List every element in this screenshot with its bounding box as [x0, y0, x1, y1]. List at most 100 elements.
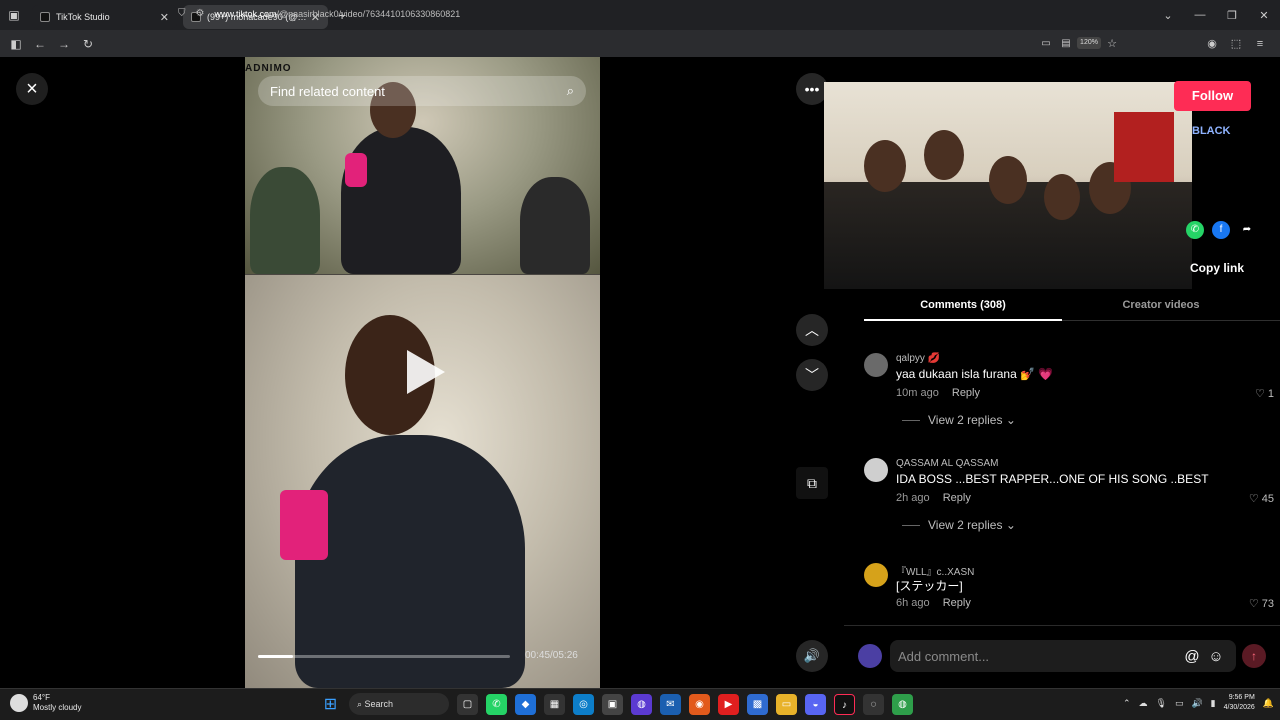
next-video-button[interactable]: ﹀: [796, 359, 828, 391]
close-window-icon[interactable]: ✕: [1248, 9, 1280, 22]
comment-time: 2h ago: [896, 492, 930, 504]
notifications-icon[interactable]: 🔔: [1263, 698, 1274, 709]
tab-list-icon[interactable]: ⌄: [1152, 9, 1184, 22]
extensions-icon[interactable]: ⬚: [1224, 37, 1248, 50]
minimize-icon[interactable]: —: [1184, 9, 1216, 21]
search-icon: ⌕: [357, 698, 365, 709]
tiktok-app-icon[interactable]: ♪: [834, 693, 855, 715]
menu-icon[interactable]: ≡: [1248, 38, 1272, 50]
follow-button[interactable]: Follow: [1174, 81, 1251, 111]
picture-in-picture-icon[interactable]: ⧉: [796, 467, 828, 499]
volume-icon[interactable]: 🔊: [796, 640, 828, 672]
clock[interactable]: 9:56 PM 4/30/2026: [1224, 693, 1255, 713]
search-icon[interactable]: ⌕: [567, 83, 574, 99]
window-controls: ⌄ — ❐ ✕: [1152, 0, 1280, 30]
reply-button[interactable]: Reply: [943, 597, 971, 609]
chrome-icon[interactable]: ◍: [892, 693, 913, 715]
whatsapp-app-icon[interactable]: ✆: [486, 693, 507, 715]
close-tab-icon[interactable]: ✕: [160, 11, 169, 24]
author-name-fragment[interactable]: BLACK: [1192, 125, 1231, 137]
pip-flag-poster: [1114, 112, 1174, 182]
battery-icon[interactable]: ▮: [1211, 698, 1216, 709]
comment-meta: 6h ago Reply: [896, 597, 971, 609]
comment-username[interactable]: 『WLL』c..XASN: [896, 563, 974, 578]
app-icon[interactable]: ◆: [515, 693, 536, 715]
reply-button[interactable]: Reply: [943, 492, 971, 504]
like-button[interactable]: ♡ 45: [1249, 492, 1274, 505]
youtube-icon[interactable]: ▶: [718, 693, 739, 715]
view-replies-label: View 2 replies: [928, 413, 1003, 427]
related-search-bar[interactable]: Find related content ⌕: [258, 76, 586, 106]
related-search-placeholder: Find related content: [270, 83, 385, 99]
tab-tiktok-studio[interactable]: TikTok Studio ✕: [32, 5, 177, 29]
reload-icon[interactable]: ↻: [76, 37, 100, 51]
pip-icon[interactable]: ▭: [1036, 38, 1056, 49]
comment-placeholder: Add comment...: [898, 648, 990, 664]
weather-widget[interactable]: 64°F Mostly cloudy: [10, 693, 81, 713]
windows-start-icon[interactable]: ⊞: [320, 694, 341, 715]
tab-title: TikTok Studio: [56, 12, 110, 22]
forward-icon[interactable]: →: [52, 37, 76, 51]
previous-video-button[interactable]: ︿: [796, 314, 828, 346]
avatar[interactable]: [864, 563, 888, 587]
app-icon[interactable]: ◌: [863, 693, 884, 715]
avatar[interactable]: [858, 644, 882, 668]
share-arrow-icon[interactable]: ➦: [1238, 221, 1256, 239]
tray-overflow-icon[interactable]: ⌃: [1123, 698, 1131, 709]
account-icon[interactable]: ◉: [1200, 37, 1224, 50]
app-icon[interactable]: ▦: [544, 693, 565, 715]
app-icon[interactable]: ▩: [747, 693, 768, 715]
emoji-icon[interactable]: ☺: [1204, 648, 1228, 665]
comment-username[interactable]: qalpyy 💋: [896, 353, 940, 364]
tab-creator-videos[interactable]: Creator videos: [1062, 293, 1260, 321]
view-replies-button[interactable]: View 2 replies ⌄: [902, 518, 1016, 532]
view-replies-button[interactable]: View 2 replies ⌄: [902, 413, 1016, 427]
post-comment-button[interactable]: ↑: [1242, 644, 1266, 668]
play-icon[interactable]: [407, 350, 445, 394]
comment-input[interactable]: Add comment... @ ☺: [890, 640, 1236, 672]
taskbar-search[interactable]: ⌕ Search: [349, 693, 449, 715]
file-explorer-icon[interactable]: ▭: [776, 693, 797, 715]
video-frame-bottom: [245, 275, 600, 688]
avatar[interactable]: [864, 353, 888, 377]
bookmark-star-icon[interactable]: ☆: [1100, 37, 1124, 50]
mail-icon[interactable]: ✉: [660, 693, 681, 715]
site-info-icon[interactable]: ⛉: [178, 8, 186, 19]
reader-icon[interactable]: ▤: [1056, 38, 1076, 49]
restore-icon[interactable]: ❐: [1216, 9, 1248, 22]
app-icon[interactable]: ◍: [631, 693, 652, 715]
copy-link-button[interactable]: Copy link: [1190, 261, 1244, 275]
comment-username[interactable]: QASSAM AL QASSAM: [896, 458, 998, 469]
back-icon[interactable]: ←: [28, 37, 52, 51]
network-icon[interactable]: ▭: [1175, 698, 1184, 709]
onedrive-icon[interactable]: ☁: [1139, 698, 1148, 709]
whatsapp-icon[interactable]: ✆: [1186, 221, 1204, 239]
close-viewer-button[interactable]: ×: [16, 73, 48, 105]
pip-person-head: [924, 130, 964, 180]
volume-tray-icon[interactable]: 🔊: [1191, 698, 1202, 709]
video-progress-bar[interactable]: [258, 655, 510, 658]
video-player[interactable]: ADNIMO Find related content ⌕ 00:45/05:2…: [245, 57, 600, 688]
speaker-figure: [341, 127, 461, 274]
discord-icon[interactable]: ◒: [805, 693, 826, 715]
tracking-icon[interactable]: ⚙: [196, 8, 205, 19]
sidebar-icon[interactable]: ◧: [4, 37, 28, 51]
reply-button[interactable]: Reply: [952, 387, 980, 399]
store-icon[interactable]: ▣: [602, 693, 623, 715]
like-button[interactable]: ♡ 73: [1249, 597, 1274, 610]
view-replies-label: View 2 replies: [928, 518, 1003, 532]
avatar[interactable]: [864, 458, 888, 482]
tab-comments[interactable]: Comments (308): [864, 293, 1062, 321]
facebook-icon[interactable]: f: [1212, 221, 1230, 239]
picture-in-picture-window[interactable]: [824, 82, 1192, 289]
edge-icon[interactable]: ◎: [573, 693, 594, 715]
microphone-icon[interactable]: 🎙: [1156, 698, 1167, 709]
firefox-icon[interactable]: ◉: [689, 693, 710, 715]
url-field[interactable]: ⛉ ⚙ www.tiktok.com/@naasirblack0/video/7…: [178, 3, 1128, 24]
mention-icon[interactable]: @: [1180, 648, 1204, 665]
like-button[interactable]: ♡ 1: [1255, 387, 1274, 400]
task-view-icon[interactable]: ▢: [457, 693, 478, 715]
comment-text: yaa dukaan isla furana 💅 💗: [896, 367, 1054, 381]
zoom-level[interactable]: 120%: [1077, 37, 1101, 49]
tab-actions-icon[interactable]: ▣: [0, 0, 28, 30]
